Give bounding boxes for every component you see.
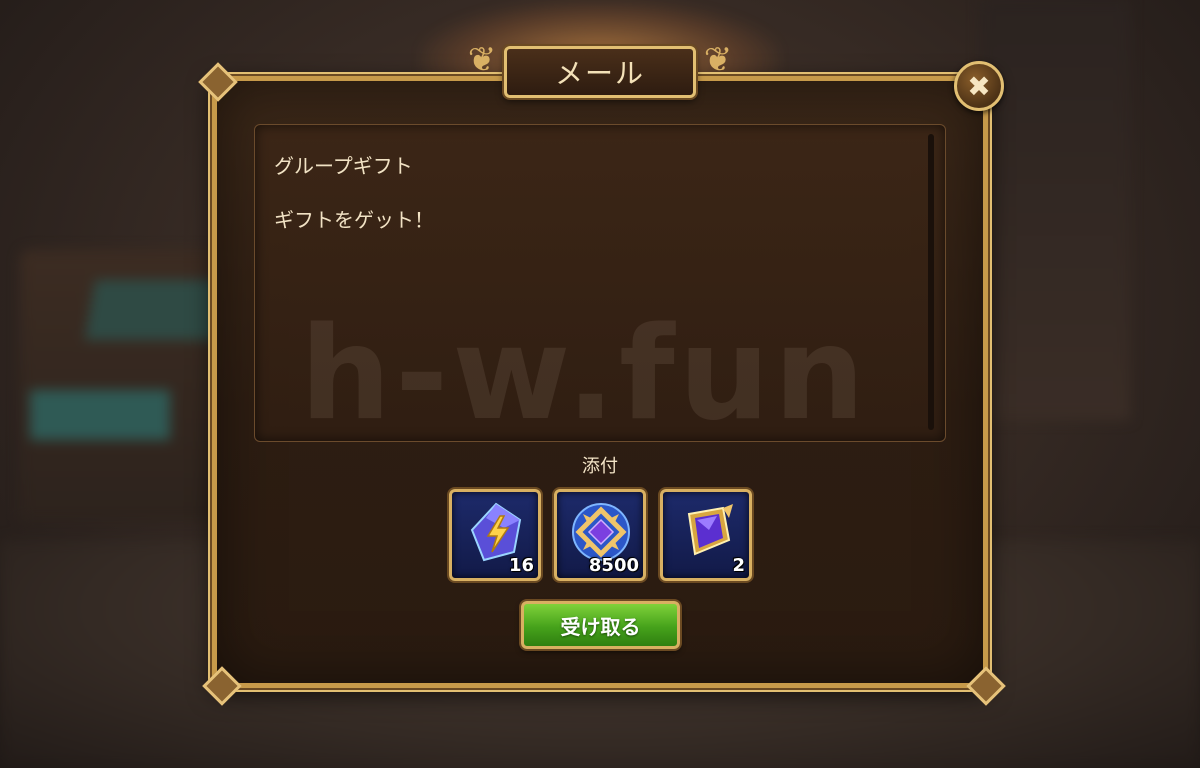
attachment-slot[interactable]: 16 (449, 489, 541, 581)
attachments-label: 添付 (582, 456, 618, 477)
message-text: ギフトをゲット！ (274, 208, 434, 232)
attachment-slot[interactable]: 8500 (554, 489, 646, 581)
claim-button[interactable]: 受け取る (521, 601, 680, 649)
claim-button-label: 受け取る (560, 614, 641, 639)
watermark-text: h-w.fun (300, 300, 869, 449)
attachment-quantity: 8500 (588, 555, 639, 576)
attachment-quantity: 2 (732, 555, 745, 576)
close-button[interactable]: ✖ (954, 61, 1004, 111)
gem-shard-icon (687, 504, 733, 556)
message-subject: グループギフト (274, 154, 413, 178)
message-scrollbar[interactable] (928, 134, 934, 430)
dialog-title: メール (504, 46, 696, 98)
close-icon: ✖ (967, 69, 991, 103)
right-wing-ornament-icon: ❦ (703, 40, 733, 80)
attachment-quantity: 16 (508, 555, 534, 576)
background-tower (980, 0, 1130, 420)
dialog-title-text: メール (554, 57, 645, 90)
left-wing-ornament-icon: ❦ (467, 40, 497, 80)
attachment-slot[interactable]: 2 (660, 489, 752, 581)
